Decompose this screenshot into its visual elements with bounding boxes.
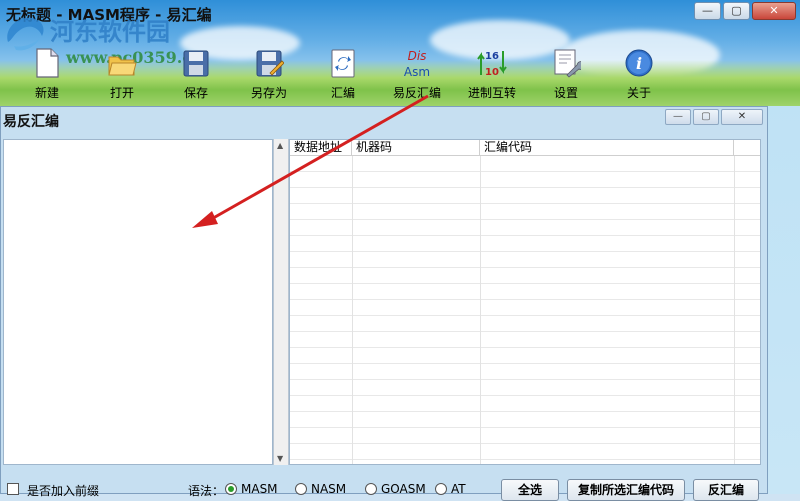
- dialog-close-button[interactable]: ✕: [721, 109, 763, 125]
- toolbar-new-label: 新建: [34, 86, 59, 100]
- toolbar-about-button[interactable]: i 关于: [599, 44, 679, 102]
- scroll-up-icon[interactable]: ▲: [277, 141, 283, 150]
- select-all-button[interactable]: 全选: [501, 479, 559, 501]
- disassembler-dialog: 易反汇编 — ▢ ✕ ▲ ▼ 数据地址 机器码 汇编代码 是否加入前缀 语法： …: [0, 106, 768, 501]
- column-divider: [480, 156, 481, 464]
- table-header: 数据地址 机器码 汇编代码: [290, 140, 760, 156]
- toolbar-save-button[interactable]: 保存: [156, 44, 236, 102]
- column-header-machine-code[interactable]: 机器码: [352, 140, 480, 156]
- toolbar-settings-button[interactable]: 设置: [526, 44, 606, 102]
- toolbar-about-label: 关于: [626, 86, 651, 100]
- open-folder-icon: [108, 56, 137, 76]
- dialog-title: 易反汇编: [3, 114, 59, 130]
- toolbar-disassemble-button[interactable]: Dis Asm 易反汇编: [377, 44, 457, 102]
- dialog-minimize-button[interactable]: —: [665, 109, 691, 125]
- watermark-name: 河东软件园: [50, 17, 170, 46]
- toolbar-disassemble-label: 易反汇编: [392, 86, 441, 100]
- save-as-icon: [256, 50, 284, 77]
- column-header-address[interactable]: 数据地址: [290, 140, 352, 156]
- toolbar-save-as-button[interactable]: 另存为: [229, 44, 309, 102]
- syntax-label: 语法：: [188, 484, 225, 498]
- save-icon: [183, 50, 209, 77]
- syntax-radio-nasm[interactable]: [295, 483, 307, 495]
- syntax-radio-at[interactable]: [435, 483, 447, 495]
- dialog-bottom-bar: 是否加入前缀 语法： MASM NASM GOASM AT 全选 复制所选汇编代…: [1, 471, 767, 501]
- column-divider: [734, 156, 735, 464]
- base-convert-icon: 16 10: [477, 51, 507, 78]
- toolbar-open-label: 打开: [109, 86, 134, 100]
- syntax-radio-goasm[interactable]: [365, 483, 377, 495]
- toolbar-base-convert-button[interactable]: 16 10 进制互转: [452, 44, 532, 102]
- toolbar-open-button[interactable]: 打开: [82, 44, 162, 102]
- toolbar-assemble-label: 汇编: [330, 86, 355, 100]
- toolbar-settings-label: 设置: [553, 86, 578, 100]
- dialog-maximize-button[interactable]: ▢: [693, 109, 719, 125]
- toolbar-save-as-label: 另存为: [250, 86, 287, 100]
- vertical-scrollbar[interactable]: ▲ ▼: [273, 139, 289, 465]
- disassemble-icon-top-text: Dis: [408, 49, 427, 63]
- toolbar: 新建 打开 保存 另存为 汇编 Dis Asm 易反汇编 16 10 进制互转 …: [0, 44, 690, 102]
- new-file-icon: [36, 48, 59, 78]
- settings-icon: [554, 49, 581, 78]
- base-convert-icon-bottom-text: 10: [485, 67, 499, 78]
- maximize-button[interactable]: ▢: [723, 2, 750, 20]
- toolbar-assemble-button[interactable]: 汇编: [303, 44, 383, 102]
- prefix-checkbox-label: 是否加入前缀: [27, 484, 100, 498]
- about-icon: i: [625, 49, 653, 77]
- about-icon-text: i: [636, 54, 642, 73]
- window-controls: — ▢ ✕: [694, 2, 796, 20]
- toolbar-new-button[interactable]: 新建: [7, 44, 87, 102]
- code-input-area[interactable]: [3, 139, 273, 465]
- disassemble-button[interactable]: 反汇编: [693, 479, 759, 501]
- column-divider: [352, 156, 353, 464]
- copy-selected-button[interactable]: 复制所选汇编代码: [567, 479, 685, 501]
- dialog-controls: — ▢ ✕: [665, 109, 763, 125]
- disassemble-icon-bottom-text: Asm: [404, 65, 430, 79]
- prefix-checkbox[interactable]: [7, 483, 19, 495]
- toolbar-base-convert-label: 进制互转: [467, 86, 516, 100]
- toolbar-save-label: 保存: [183, 86, 208, 100]
- syntax-radio-masm[interactable]: [225, 483, 237, 495]
- disassemble-icon: Dis Asm: [404, 49, 430, 79]
- scroll-down-icon[interactable]: ▼: [277, 454, 283, 463]
- base-convert-icon-top-text: 16: [485, 51, 499, 62]
- close-button[interactable]: ✕: [752, 2, 796, 20]
- assemble-icon: [331, 49, 355, 78]
- disassembly-table[interactable]: 数据地址 机器码 汇编代码: [289, 139, 761, 465]
- minimize-button[interactable]: —: [694, 2, 721, 20]
- column-header-assembly-code[interactable]: 汇编代码: [480, 140, 734, 156]
